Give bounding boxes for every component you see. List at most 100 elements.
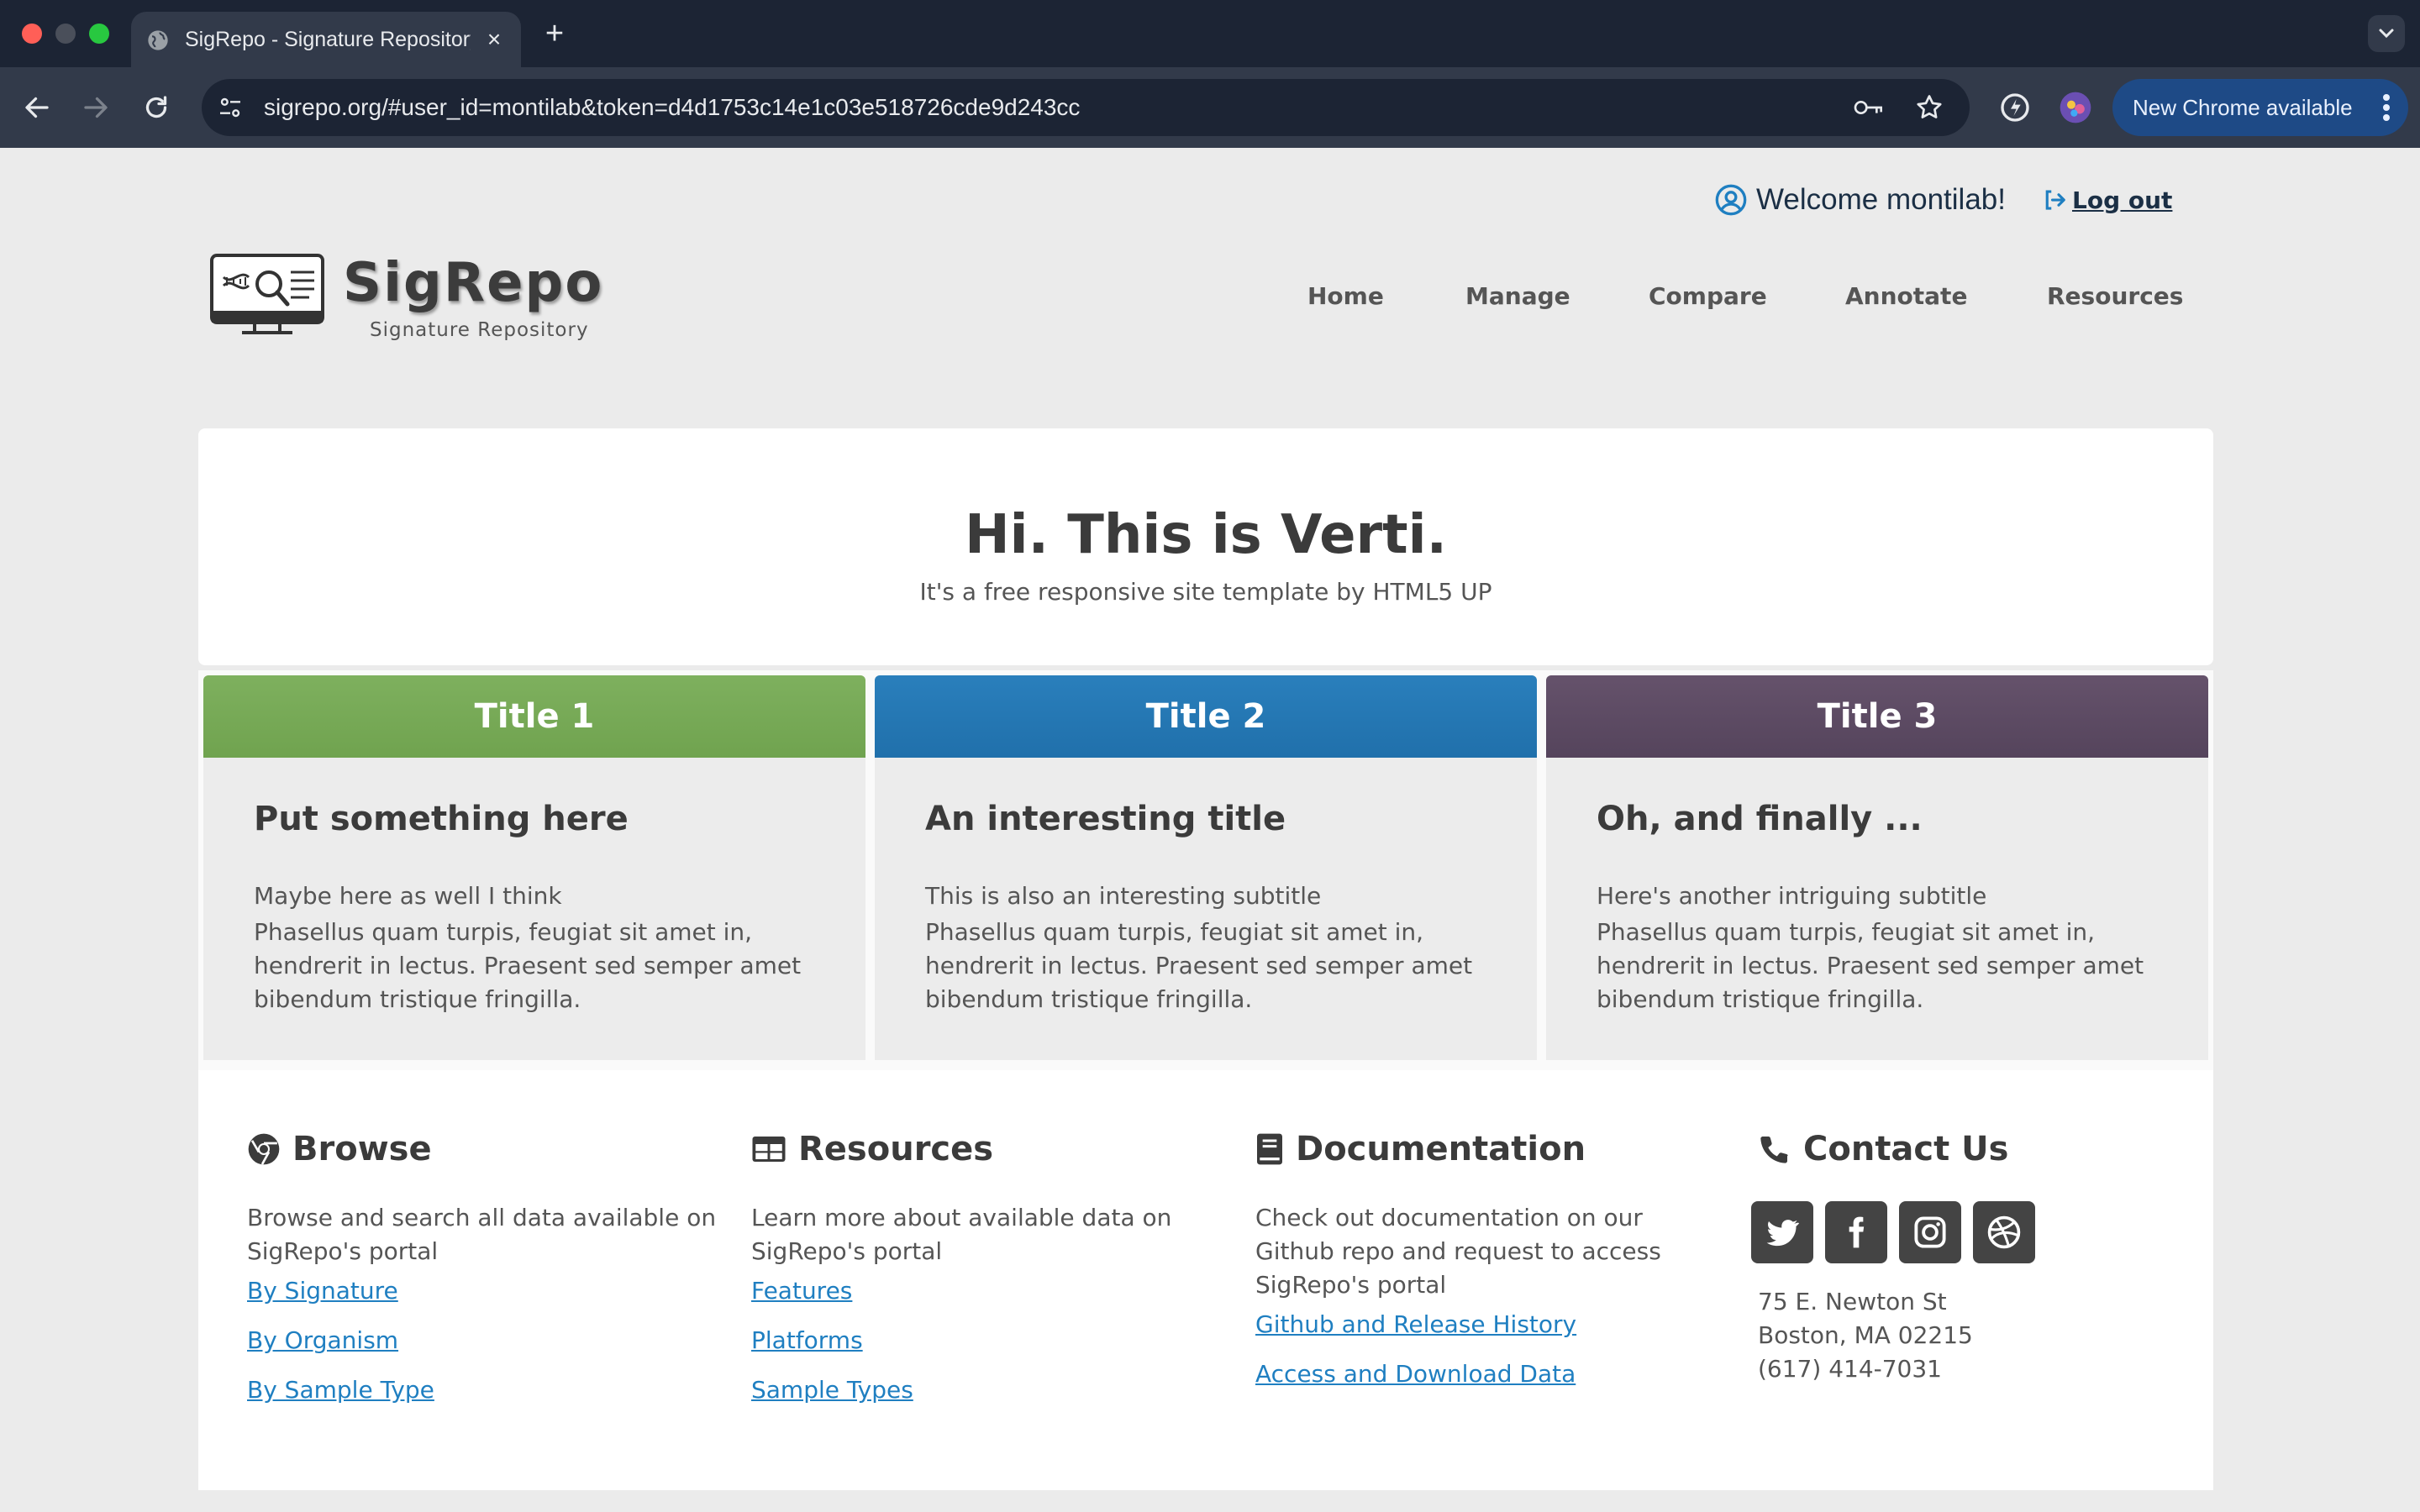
sigrepo-logo[interactable]: SigRepo Signature Repository bbox=[208, 252, 612, 356]
footer-browse-title: Browse bbox=[292, 1130, 432, 1168]
footer-documentation-column: Documentation Check out documentation on… bbox=[1255, 1126, 1726, 1410]
feature-card-body: Phasellus quam turpis, feugiat sit amet … bbox=[925, 918, 1473, 1013]
footer-contact-heading: Contact Us bbox=[1758, 1126, 2228, 1173]
facebook-icon bbox=[1849, 1216, 1865, 1248]
feature-card-header: Title 2 bbox=[875, 675, 1537, 758]
reload-icon[interactable] bbox=[141, 92, 171, 123]
feature-card-1: Title 1 Put something here Maybe here as… bbox=[203, 675, 865, 1060]
dribbble-icon bbox=[1987, 1215, 2021, 1249]
footer-contact-column: Contact Us 75 E. Newton St Boston, MA 02… bbox=[1751, 1126, 2228, 1386]
key-icon[interactable] bbox=[1852, 94, 1886, 121]
nav-annotate[interactable]: Annotate bbox=[1845, 282, 1967, 310]
profile-avatar-icon[interactable] bbox=[2059, 91, 2092, 124]
update-chrome-button[interactable]: New Chrome available bbox=[2112, 79, 2408, 136]
nav-manage[interactable]: Manage bbox=[1465, 282, 1570, 310]
link-sample-types[interactable]: Sample Types bbox=[751, 1376, 1222, 1404]
logout-label: Log out bbox=[2072, 186, 2173, 214]
dribbble-button[interactable] bbox=[1973, 1201, 2035, 1263]
feature-card-header-title: Title 3 bbox=[1817, 697, 1938, 736]
browser-tab-strip: SigRepo - Signature Repository × + bbox=[0, 0, 2420, 67]
extension-icon[interactable] bbox=[1998, 91, 2032, 124]
footer-documentation-title: Documentation bbox=[1296, 1130, 1586, 1168]
banner-subtitle: It's a free responsive site template by … bbox=[919, 578, 1492, 606]
forward-arrow-icon[interactable] bbox=[81, 92, 111, 123]
twitter-icon bbox=[1766, 1220, 1800, 1247]
feature-card-subtitle: Here's another intriguing subtitle bbox=[1597, 882, 1987, 910]
logo-name: SigRepo bbox=[343, 252, 604, 314]
main-navigation: Home Manage Compare Annotate Resources bbox=[1277, 282, 2202, 316]
feature-card-header-title: Title 1 bbox=[474, 697, 595, 736]
maximize-window-button[interactable] bbox=[89, 24, 109, 44]
site-settings-icon[interactable] bbox=[217, 94, 244, 121]
feature-card-3: Title 3 Oh, and finally ... Here's anoth… bbox=[1546, 675, 2208, 1060]
footer-browse-description: Browse and search all data available on … bbox=[247, 1204, 717, 1265]
feature-card-2: Title 2 An interesting title This is als… bbox=[875, 675, 1537, 1060]
minimize-window-button[interactable] bbox=[55, 24, 76, 44]
update-chrome-label: New Chrome available bbox=[2133, 95, 2353, 120]
instagram-button[interactable] bbox=[1899, 1201, 1961, 1263]
phone-icon bbox=[1760, 1137, 1788, 1163]
browser-tab-active[interactable]: SigRepo - Signature Repository × bbox=[131, 12, 521, 67]
welcome-message: Welcome montilab! bbox=[1714, 181, 2006, 218]
user-circle-icon bbox=[1715, 184, 1747, 216]
chrome-icon bbox=[248, 1133, 280, 1165]
new-tab-button[interactable]: + bbox=[539, 17, 570, 50]
web-page: Welcome montilab! Log out SigRepo Signat… bbox=[0, 148, 2420, 1512]
instagram-icon bbox=[1914, 1216, 1946, 1248]
globe-icon bbox=[148, 30, 168, 50]
link-github-release-history[interactable]: Github and Release History bbox=[1255, 1310, 1726, 1338]
footer-contact-title: Contact Us bbox=[1803, 1130, 2009, 1168]
chevron-down-icon bbox=[2379, 29, 2394, 39]
feature-card-body: Phasellus quam turpis, feugiat sit amet … bbox=[1597, 918, 2144, 1013]
link-by-sample-type[interactable]: By Sample Type bbox=[247, 1376, 718, 1404]
social-links bbox=[1751, 1201, 2228, 1263]
footer-resources-description: Learn more about available data on SigRe… bbox=[751, 1204, 1172, 1265]
nav-compare[interactable]: Compare bbox=[1649, 282, 1767, 310]
footer-documentation-description: Check out documentation on our Github re… bbox=[1255, 1204, 1661, 1299]
bookmark-star-icon[interactable] bbox=[1914, 92, 1944, 123]
logo-subtitle: Signature Repository bbox=[370, 319, 589, 341]
monitor-dna-search-icon bbox=[210, 254, 324, 334]
link-by-organism[interactable]: By Organism bbox=[247, 1326, 718, 1354]
footer-resources-title: Resources bbox=[798, 1130, 994, 1168]
close-window-button[interactable] bbox=[22, 24, 42, 44]
contact-address: 75 E. Newton St Boston, MA 02215 (617) 4… bbox=[1758, 1285, 2228, 1386]
feature-card-body: Phasellus quam turpis, feugiat sit amet … bbox=[254, 918, 802, 1013]
feature-card-header: Title 1 bbox=[203, 675, 865, 758]
feature-card-header-title: Title 2 bbox=[1145, 697, 1266, 736]
sign-out-icon bbox=[2045, 190, 2065, 210]
nav-home[interactable]: Home bbox=[1307, 282, 1384, 310]
tab-title: SigRepo - Signature Repository bbox=[185, 28, 471, 51]
footer-resources-column: Resources Learn more about available dat… bbox=[751, 1126, 1222, 1425]
back-arrow-icon[interactable] bbox=[22, 92, 52, 123]
nav-resources[interactable]: Resources bbox=[2047, 282, 2183, 310]
footer-section: Browse Browse and search all data availa… bbox=[198, 1070, 2213, 1490]
url-text: sigrepo.org/#user_id=montilab&token=d4d1… bbox=[264, 94, 1081, 120]
twitter-button[interactable] bbox=[1751, 1201, 1813, 1263]
welcome-text: Welcome montilab! bbox=[1756, 183, 2006, 216]
tab-search-button[interactable] bbox=[2368, 15, 2405, 52]
facebook-button[interactable] bbox=[1825, 1201, 1887, 1263]
feature-card-header: Title 3 bbox=[1546, 675, 2208, 758]
more-vertical-icon[interactable] bbox=[2378, 91, 2395, 124]
address-line-2: Boston, MA 02215 bbox=[1758, 1321, 1973, 1349]
footer-browse-column: Browse Browse and search all data availa… bbox=[247, 1126, 718, 1425]
logout-link[interactable]: Log out bbox=[2042, 183, 2172, 217]
tab-close-icon[interactable]: × bbox=[482, 28, 506, 51]
footer-resources-heading: Resources bbox=[751, 1126, 1222, 1173]
footer-documentation-heading: Documentation bbox=[1255, 1126, 1726, 1173]
address-bar[interactable]: sigrepo.org/#user_id=montilab&token=d4d1… bbox=[202, 79, 1970, 136]
table-icon bbox=[752, 1137, 786, 1162]
link-by-signature[interactable]: By Signature bbox=[247, 1277, 718, 1305]
contact-phone: (617) 414-7031 bbox=[1758, 1355, 1942, 1383]
feature-card-title: Put something here bbox=[254, 800, 629, 838]
feature-card-title: Oh, and finally ... bbox=[1597, 800, 1923, 838]
browser-toolbar: sigrepo.org/#user_id=montilab&token=d4d1… bbox=[0, 67, 2420, 148]
link-features[interactable]: Features bbox=[751, 1277, 1222, 1305]
link-platforms[interactable]: Platforms bbox=[751, 1326, 1222, 1354]
banner-title: Hi. This is Verti. bbox=[965, 504, 1447, 566]
address-line-1: 75 E. Newton St bbox=[1758, 1288, 1947, 1315]
feature-card-title: An interesting title bbox=[925, 800, 1286, 838]
link-access-download-data[interactable]: Access and Download Data bbox=[1255, 1360, 1726, 1388]
feature-card-subtitle: Maybe here as well I think bbox=[254, 882, 562, 910]
